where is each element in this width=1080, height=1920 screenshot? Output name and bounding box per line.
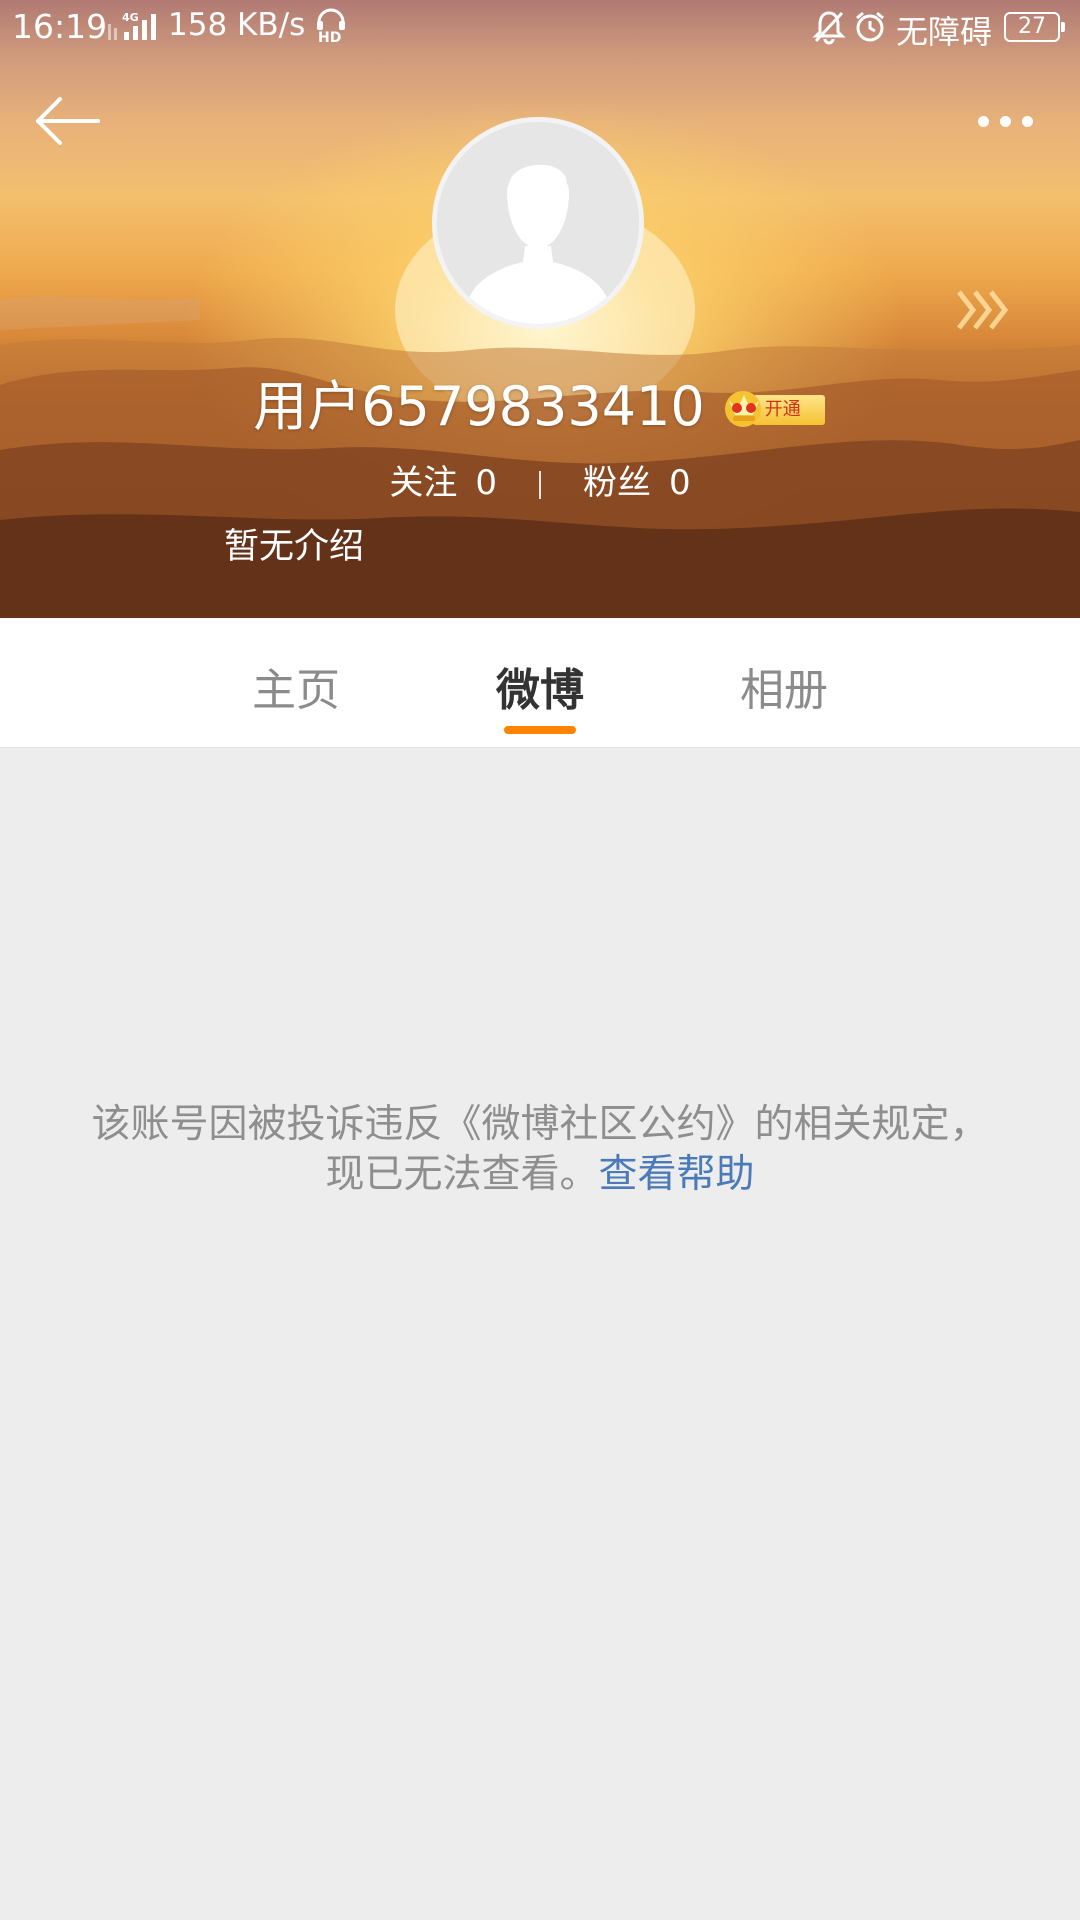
- vip-badge[interactable]: 开通: [723, 385, 827, 429]
- accessibility-indicator: 无障碍: [896, 13, 993, 51]
- bio: 暂无介绍: [224, 527, 365, 567]
- following-number: 0: [475, 463, 497, 503]
- network-speed: 158 KB/s: [168, 7, 306, 43]
- more-button[interactable]: [970, 100, 1044, 144]
- followers-label: 粉丝: [583, 463, 651, 503]
- notice-message: 该账号因被投诉违反《微博社区公约》的相关规定，现已无法查看。: [91, 1102, 989, 1197]
- arrow-left-icon: [36, 97, 100, 145]
- tab-weibo[interactable]: 微博: [496, 654, 584, 718]
- signal-icon: 4G: [108, 11, 156, 40]
- battery-level: 27: [1018, 14, 1046, 39]
- username: 用户6579833410: [253, 375, 705, 438]
- followers-count[interactable]: 粉丝 0: [583, 458, 691, 508]
- user-row: 用户6579833410 开通: [0, 372, 1080, 442]
- avatar[interactable]: [432, 117, 644, 329]
- profile-screen: 16:19 4G 158 KB/s HD 无障碍 27 用户6579833410…: [0, 0, 1080, 1920]
- back-button[interactable]: [34, 94, 104, 148]
- count-divider: [539, 470, 541, 499]
- hd-voice-icon: HD: [317, 8, 345, 44]
- status-bar: 16:19 4G 158 KB/s HD 无障碍 27: [0, 0, 1080, 56]
- active-tab-indicator: [504, 726, 576, 734]
- tab-home[interactable]: 主页: [252, 654, 340, 718]
- follow-counts: 关注 0 粉丝 0: [0, 458, 1080, 508]
- following-label: 关注: [389, 463, 458, 503]
- default-avatar-icon: [437, 122, 639, 324]
- help-link[interactable]: 查看帮助: [599, 1152, 755, 1197]
- profile-tabs: 主页 微博 相册: [0, 618, 1080, 748]
- bell-muted-icon: [812, 11, 846, 45]
- svg-text:4G: 4G: [122, 11, 139, 24]
- chevrons-right-icon[interactable]: [955, 288, 1015, 332]
- crown-icon: [724, 391, 761, 427]
- account-blocked-notice: 该账号因被投诉违反《微博社区公约》的相关规定，现已无法查看。查看帮助: [90, 1100, 990, 1200]
- more-dots-icon: [978, 116, 989, 127]
- followers-number: 0: [669, 463, 691, 503]
- alarm-icon: [856, 11, 884, 42]
- battery-icon: 27: [1004, 12, 1065, 42]
- svg-text:HD: HD: [318, 30, 341, 44]
- following-count[interactable]: 关注 0: [389, 458, 497, 508]
- tab-album[interactable]: 相册: [740, 654, 828, 718]
- cover-image[interactable]: 16:19 4G 158 KB/s HD 无障碍 27 用户6579833410…: [0, 0, 1080, 618]
- status-time: 16:19: [12, 7, 108, 46]
